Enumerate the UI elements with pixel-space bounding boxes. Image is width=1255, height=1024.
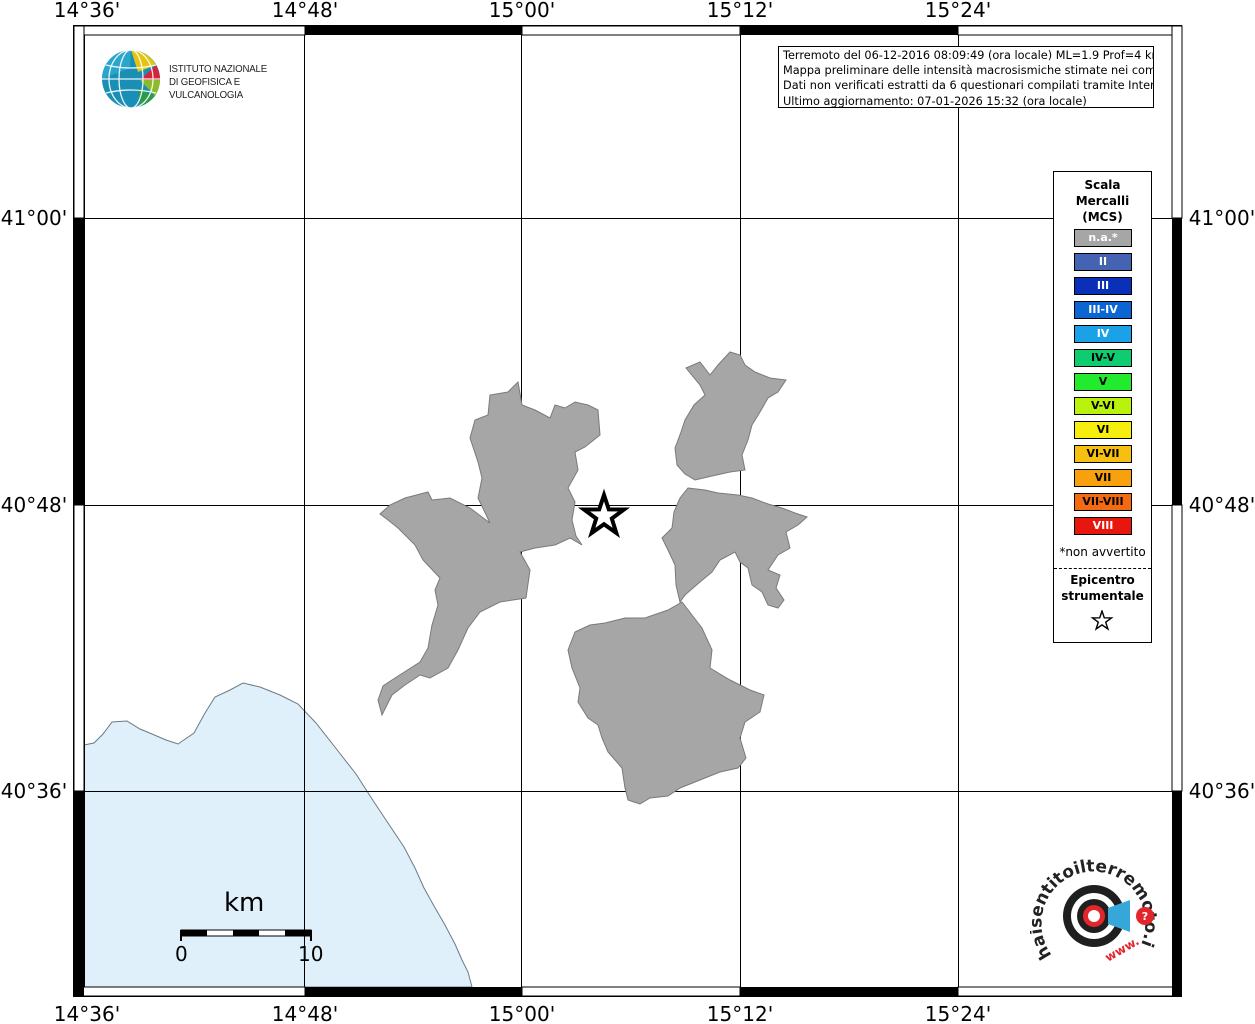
legend-swatch: V-VI (1074, 397, 1132, 415)
legend-swatch: IV (1074, 325, 1132, 343)
legend-swatch: III (1074, 277, 1132, 295)
legend-epicenter-label: Epicentro strumentale (1054, 572, 1151, 604)
sea-area (83, 682, 473, 988)
legend-swatch: VI (1074, 421, 1132, 439)
event-info-line1: Terremoto del 06-12-2016 08:09:49 (ora l… (783, 49, 1154, 62)
event-info-box: Terremoto del 06-12-2016 08:09:49 (ora l… (778, 46, 1154, 108)
x-tick-bottom-0: 14°36' (54, 1002, 120, 1024)
haisentito-logo: haisentitoilterremoto.it ? www. (1026, 835, 1161, 980)
legend-swatch: VII (1074, 469, 1132, 487)
municipalities (377, 351, 808, 805)
legend-star-icon (1090, 610, 1114, 631)
y-tick-right-2: 40°36' (1189, 779, 1255, 803)
globe-icon (102, 49, 161, 109)
legend-separator (1054, 568, 1151, 569)
municipality-northeast (674, 351, 787, 481)
municipality-west (377, 380, 601, 717)
ingv-logo: ISTITUTO NAZIONALE DI GEOFISICA E VULCAN… (100, 48, 310, 112)
scale-bar-min: 0 (175, 942, 188, 966)
event-info-line3: Dati non verificati estratti da 6 questi… (783, 79, 1154, 93)
legend-title-line1: Scala (1084, 178, 1121, 192)
epicenter-star (577, 488, 631, 538)
y-tick-left-2: 40°36' (1, 779, 67, 803)
x-tick-bottom-2: 15°00' (489, 1002, 555, 1024)
x-tick-top-0: 14°36' (54, 0, 120, 22)
event-info-line4: Ultimo aggiornamento: 07-01-2026 15:32 (… (783, 94, 1087, 108)
legend-swatch: VI-VII (1074, 445, 1132, 463)
legend-swatch: V (1074, 373, 1132, 391)
institution-name-line1: ISTITUTO NAZIONALE (169, 63, 267, 75)
x-tick-top-2: 15°00' (489, 0, 555, 22)
intensity-legend: Scala Mercalli (MCS) n.a.* II III III-IV IV I… (1053, 171, 1152, 643)
legend-swatch: IV-V (1074, 349, 1132, 367)
legend-swatch: III-IV (1074, 301, 1132, 319)
y-tick-left-0: 41°00' (1, 206, 67, 230)
municipality-south (567, 601, 765, 805)
legend-epicenter-line2: strumentale (1061, 589, 1144, 603)
x-tick-top-1: 14°48' (272, 0, 338, 22)
institution-name-line2: DI GEOFISICA E VULCANOLOGIA (169, 76, 244, 101)
y-tick-left-1: 40°48' (1, 493, 67, 517)
x-tick-bottom-3: 15°12' (707, 1002, 773, 1024)
x-tick-bottom-4: 15°24' (925, 1002, 991, 1024)
legend-note: *non avvertito (1059, 545, 1146, 559)
target-icon: haisentitoilterremoto.it ? www. (1026, 835, 1161, 965)
scale-bar-max: 10 (298, 942, 324, 966)
legend-title-line2: Mercalli (1075, 194, 1130, 208)
y-tick-right-0: 41°00' (1189, 206, 1255, 230)
legend-title: Scala Mercalli (MCS) (1054, 177, 1151, 225)
x-tick-top-3: 15°12' (707, 0, 773, 22)
legend-swatch: II (1074, 253, 1132, 271)
legend-swatch: VII-VIII (1074, 493, 1132, 511)
x-tick-top-4: 15°24' (925, 0, 991, 22)
scale-bar-unit: km (224, 888, 265, 918)
legend-swatch: n.a.* (1074, 229, 1132, 247)
legend-swatch: VIII (1074, 517, 1132, 535)
svg-text:?: ? (1142, 910, 1148, 923)
legend-title-line3: (MCS) (1082, 210, 1123, 224)
legend-epicenter-line1: Epicentro (1070, 573, 1135, 587)
event-info-line2: Mappa preliminare delle intensità macros… (783, 64, 1154, 78)
y-tick-right-1: 40°48' (1189, 493, 1255, 517)
x-tick-bottom-1: 14°48' (272, 1002, 338, 1024)
